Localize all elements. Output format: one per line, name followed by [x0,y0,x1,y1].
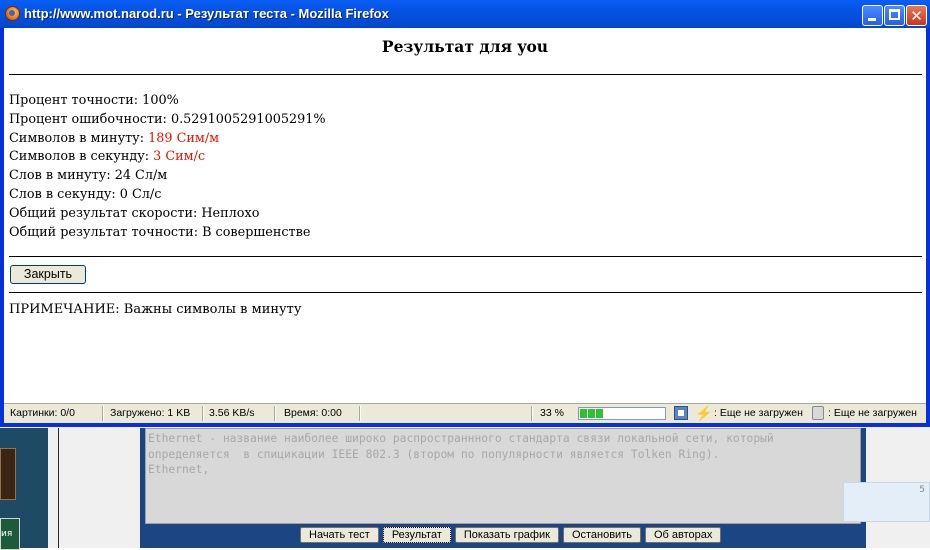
close-button[interactable]: Закрыть [10,265,86,284]
minimize-icon [868,18,876,21]
page-content: Результат для you Процент точности: 100%… [4,28,926,403]
status-load-state-2: : Еще не загружен [828,407,917,419]
background-divider [58,428,59,548]
status-separator [359,406,361,421]
status-time: Время: 0:00 [284,407,342,419]
show-graph-button[interactable]: Показать график [454,527,559,543]
result-stats-list: Процент точности: 100% Процент ошибочност… [9,92,326,242]
status-bar: Картинки: 0/0 Загружено: 1 KB 3.56 KB/s … [4,403,926,423]
result-stat-row: Символов в минуту: 189 Сим/м [9,130,326,149]
result-stat-value: Неплохо [201,205,260,221]
background-side-number: 5 [919,485,925,495]
divider [9,256,922,257]
typing-text-area[interactable]: Ethernet - название наиболее широко расп… [145,428,861,524]
result-stat-label: Общий результат скорости: [9,205,202,221]
result-stat-label: Процент точности: [9,93,143,108]
load-progress-bar [578,407,666,420]
result-stat-label: Общий результат точности: [9,224,203,240]
divider [9,292,922,293]
firefox-icon[interactable] [5,6,20,21]
typing-test-toolbar: Начать тест Результат Показать график Ос… [300,527,722,545]
maximize-button[interactable] [884,5,905,26]
result-stat-label: Символов в секунду: [9,149,154,165]
progress-block [580,409,587,418]
status-loaded: Загружено: 1 KB [110,407,191,419]
window-titlebar[interactable]: http://www.mot.narod.ru - Результат тест… [0,0,930,28]
result-button[interactable]: Результат [382,527,451,543]
result-stat-row: Символов в секунду: 3 Сим/с [9,148,326,167]
progress-block [596,409,603,418]
result-stat-value: 189 Сим/м [148,130,220,146]
result-stat-row: Общий результат скорости: Неплохо [9,205,326,224]
divider [9,74,922,75]
maximize-icon [889,9,900,20]
result-stat-value: 24 Сл/м [114,168,168,184]
progress-block [588,409,595,418]
result-popup-window: http://www.mot.narod.ru - Результат тест… [0,0,930,427]
result-stat-row: Слов в секунду: 0 Сл/с [9,186,326,205]
status-separator [202,406,204,421]
close-icon: ✕ [910,7,923,25]
background-thumbnail[interactable] [0,448,16,500]
stop-button[interactable]: Остановить [562,527,641,543]
status-speed: 3.56 KB/s [209,407,255,419]
result-stat-label: Процент ошибочности: [9,111,171,127]
result-stat-row: Общий результат точности: В совершенстве [9,224,326,243]
result-stat-value: 3 Сим/с [153,149,206,165]
status-separator [531,406,533,421]
close-window-button[interactable]: ✕ [906,5,927,26]
lightning-icon[interactable]: ⚡ [695,405,712,421]
page-title: Результат для you [381,37,549,56]
result-stat-label: Символов в минуту: [9,130,149,146]
start-test-button[interactable]: Начать тест [300,527,379,543]
status-images: Картинки: 0/0 [10,407,75,419]
status-separator [102,406,104,421]
background-thumbnail-label[interactable]: ия [0,518,20,550]
status-load-state-1: : Еще не загружен [714,407,803,419]
minimize-button[interactable] [862,5,883,26]
note-text: ПРИМЕЧАНИЕ: Важны символы в минуту [9,302,302,317]
result-stat-label: Слов в минуту: [9,168,115,184]
result-stat-row: Слов в минуту: 24 Сл/м [9,167,326,186]
result-stat-row: Процент точности: 100% [9,92,326,111]
document-icon[interactable] [812,406,824,420]
background-side-widget: 5 [843,482,930,522]
page-info-icon[interactable] [674,406,688,420]
result-stat-label: Слов в секунду: [9,186,120,202]
status-percent: 33 % [540,407,564,419]
result-stat-value: В совершенстве [202,224,311,240]
result-stat-value: 0 Сл/с [119,186,162,202]
result-stat-value: 0.5291005291005291% [170,111,326,127]
result-stat-row: Процент ошибочности: 0.5291005291005291% [9,111,326,130]
result-stat-value: 100% [142,93,179,108]
about-authors-button[interactable]: Об авторах [644,527,722,543]
window-title: http://www.mot.narod.ru - Результат тест… [24,6,389,21]
status-separator [274,406,276,421]
